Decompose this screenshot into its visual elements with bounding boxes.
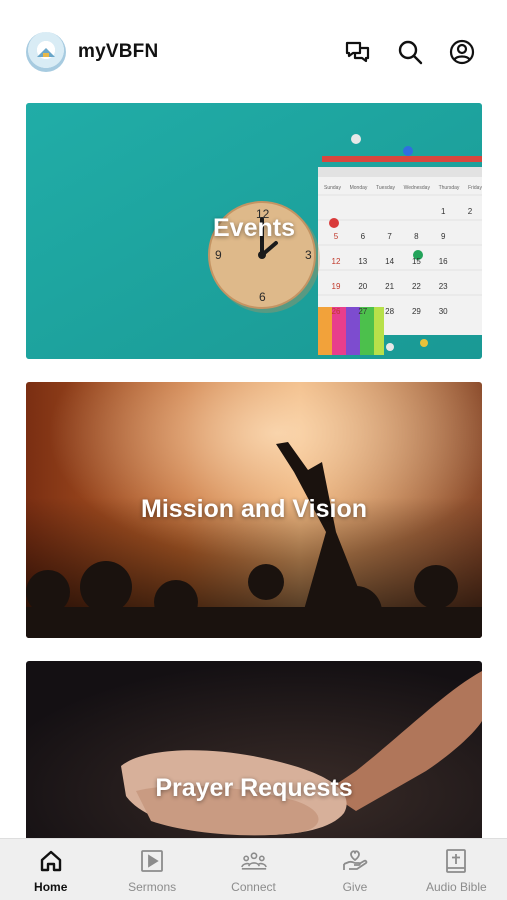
home-icon <box>38 848 64 874</box>
calendar-week-row: 26 27 28 29 30 <box>324 299 482 324</box>
tab-sermons-label: Sermons <box>128 880 177 894</box>
give-hand-icon <box>342 848 368 874</box>
tab-audio-bible-label: Audio Bible <box>425 880 487 894</box>
mission-vision-card[interactable]: Mission and Vision <box>26 382 482 638</box>
weekday-label: Wednesday <box>403 185 430 191</box>
prayer-requests-card-title: Prayer Requests <box>155 774 353 802</box>
calendar-day: 22 <box>411 282 421 291</box>
prayer-requests-card[interactable]: Prayer Requests <box>26 661 482 851</box>
weekday-label: Tuesday <box>376 185 396 191</box>
clock-number-3: 3 <box>305 248 312 262</box>
events-card[interactable]: Sunday Monday Tuesday Wednesday Thursday… <box>26 103 482 359</box>
calendar-day: 27 <box>358 307 368 316</box>
tab-home-label: Home <box>34 880 68 894</box>
calendar-day: 23 <box>438 282 448 291</box>
calendar-day: 21 <box>385 282 395 291</box>
play-icon <box>139 848 165 874</box>
weekday-label: Thursday <box>438 185 460 191</box>
tab-sermons[interactable]: Sermons <box>101 839 202 900</box>
people-icon <box>240 848 267 874</box>
tab-connect-label: Connect <box>231 880 276 894</box>
bible-icon <box>443 848 469 874</box>
tab-audio-bible[interactable]: Audio Bible <box>406 839 507 900</box>
app-header: myVBFN <box>26 28 477 76</box>
calendar-day: 20 <box>358 282 368 291</box>
calendar-day: 16 <box>438 257 448 266</box>
calendar-week-row: 12 13 14 15 16 <box>324 249 482 274</box>
tab-connect[interactable]: Connect <box>203 839 304 900</box>
events-card-title: Events <box>213 214 295 242</box>
calendar-day: 19 <box>331 282 341 291</box>
calendar-weekdays: Sunday Monday Tuesday Wednesday Thursday… <box>324 185 482 191</box>
calendar-day: 26 <box>331 307 341 316</box>
tab-give[interactable]: Give <box>304 839 405 900</box>
weekday-label: Sunday <box>324 185 341 191</box>
bottom-tab-bar: Home Sermons Connect Give Audio Bible <box>0 838 507 900</box>
weekday-label: Monday <box>349 185 368 191</box>
calendar-day: 30 <box>438 307 448 316</box>
weekday-label: Friday <box>468 185 482 191</box>
clock-number-6: 6 <box>259 290 266 304</box>
header-actions <box>343 37 477 67</box>
account-icon[interactable] <box>447 37 477 67</box>
app-logo[interactable] <box>26 32 66 72</box>
calendar-day: 15 <box>411 257 421 266</box>
calendar-week-row: 19 20 21 22 23 <box>324 274 482 299</box>
tab-give-label: Give <box>342 880 368 894</box>
calendar-day: 12 <box>331 257 341 266</box>
clock-number-9: 9 <box>215 248 222 262</box>
mission-vision-card-title: Mission and Vision <box>141 495 367 523</box>
chat-icon[interactable] <box>343 37 373 67</box>
app-title: myVBFN <box>78 41 159 62</box>
logo-mark-icon <box>37 48 55 57</box>
search-icon[interactable] <box>395 37 425 67</box>
calendar-day: 29 <box>411 307 421 316</box>
calendar-day: 14 <box>385 257 395 266</box>
tab-home[interactable]: Home <box>0 839 101 900</box>
prayer-requests-image <box>26 661 482 851</box>
calendar-day: 13 <box>358 257 368 266</box>
calendar-day: 28 <box>385 307 395 316</box>
